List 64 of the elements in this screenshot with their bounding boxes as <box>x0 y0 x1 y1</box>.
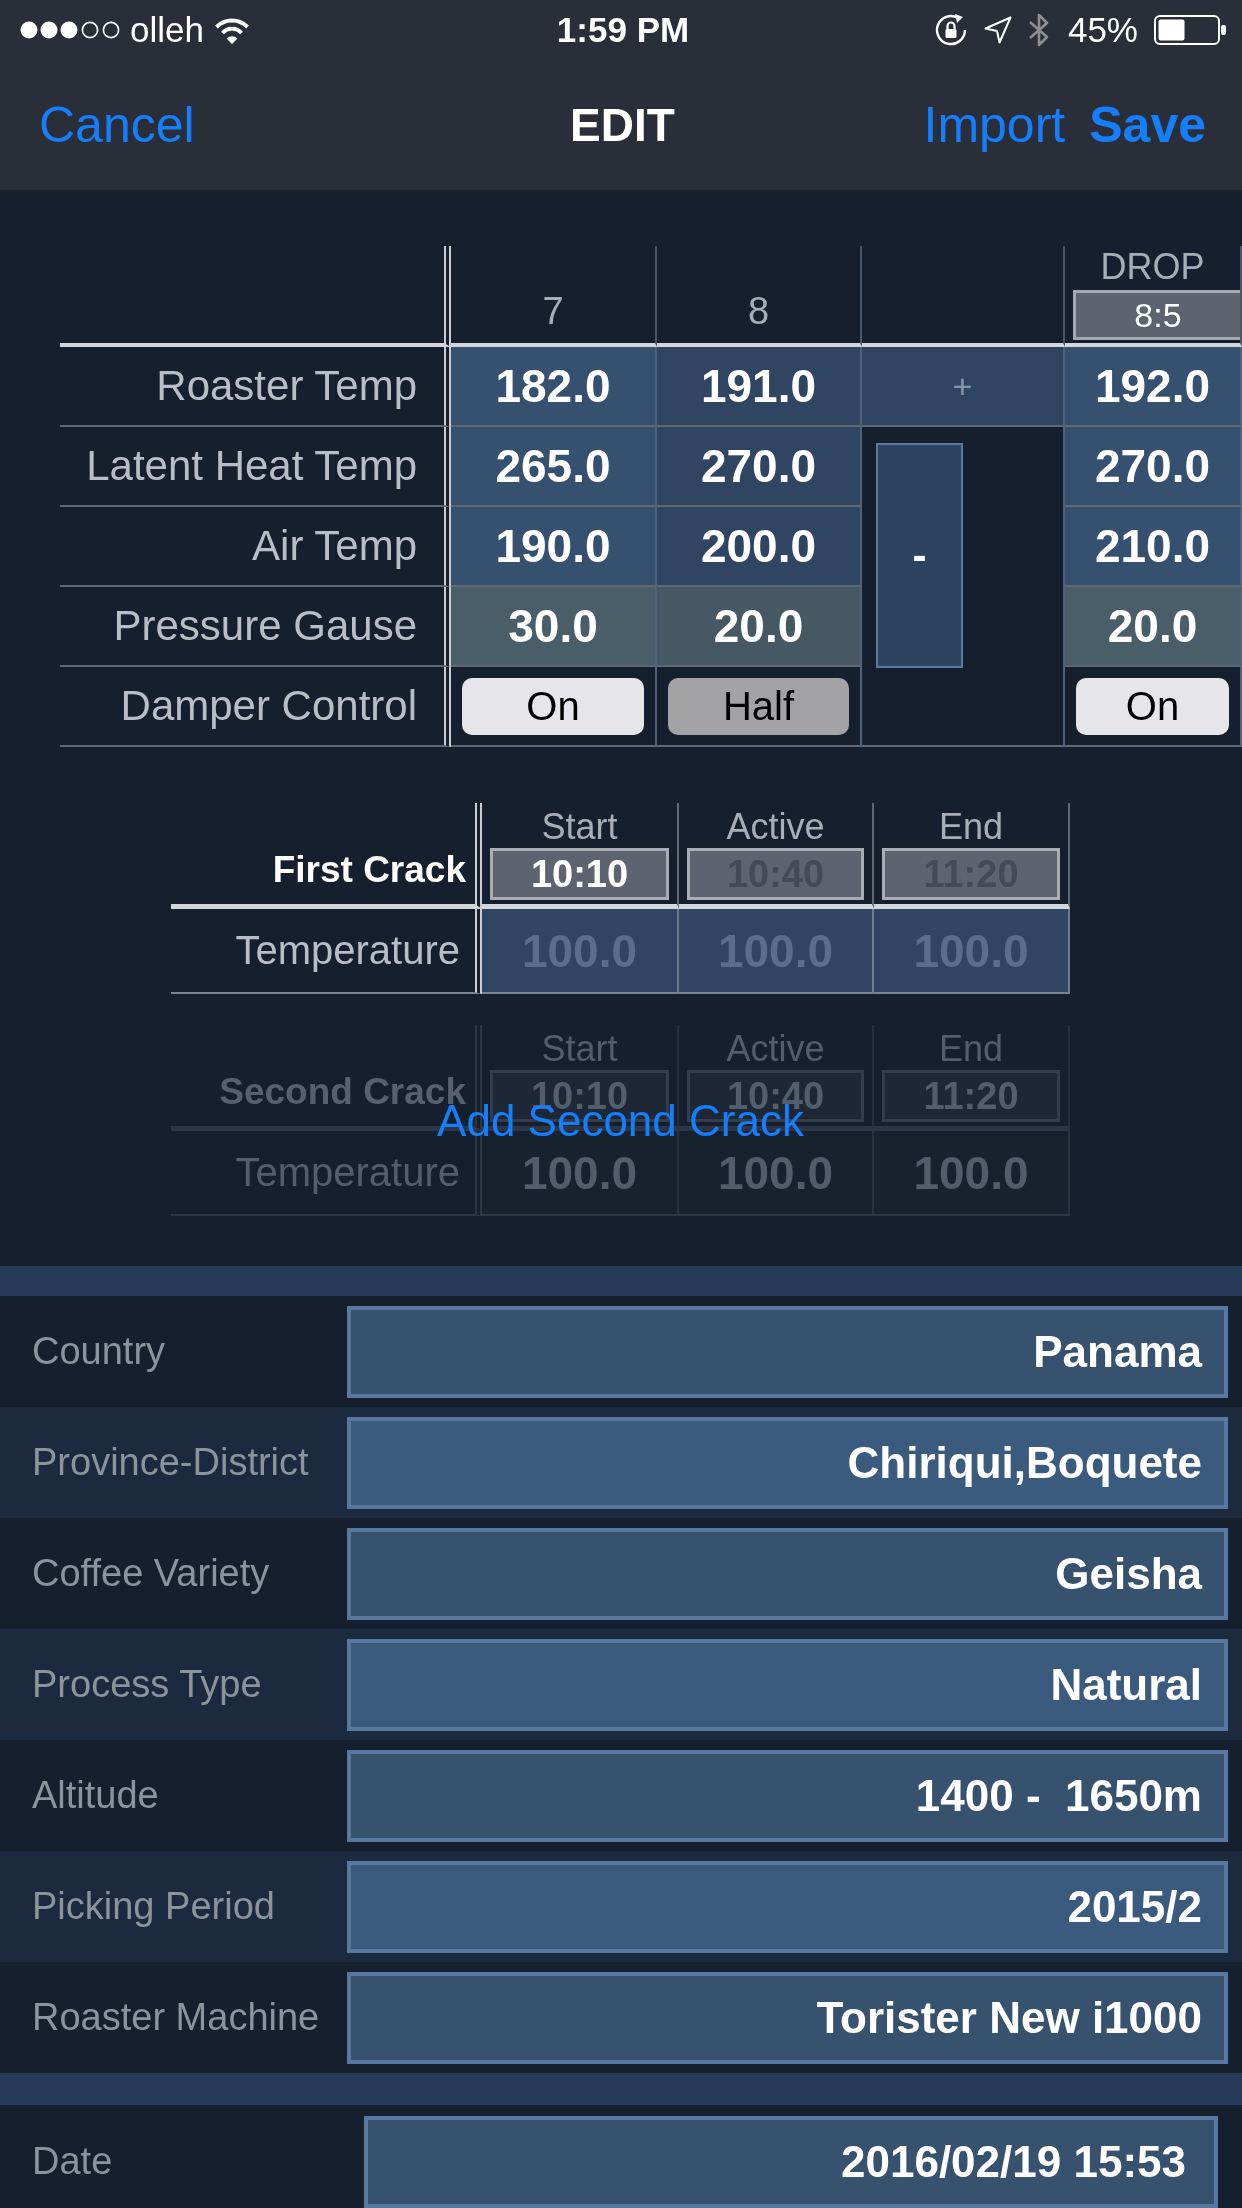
value-cell[interactable]: 270.0 <box>1065 427 1242 507</box>
text-field[interactable]: Panama <box>347 1305 1228 1398</box>
field-label: Coffee Variety <box>31 1552 271 1595</box>
column-header: Active <box>725 1028 826 1070</box>
column-header: Active <box>725 806 826 848</box>
signal-strength-icon <box>20 21 120 39</box>
damper-button[interactable]: Half <box>668 677 849 735</box>
wifi-icon <box>213 16 250 44</box>
nav-title: EDIT <box>570 98 675 153</box>
section-title: First Crack <box>272 848 466 892</box>
date-field[interactable]: 2016/02/19 15:53 <box>364 2115 1218 2208</box>
save-button[interactable]: Save <box>1089 95 1206 155</box>
text-field[interactable]: 2015/2 <box>347 1860 1228 1953</box>
cancel-button[interactable]: Cancel <box>39 95 195 155</box>
column-header: 8 <box>747 290 770 332</box>
row-label: Air Temp <box>252 522 417 570</box>
remove-column-button[interactable]: - <box>876 443 963 668</box>
row-label: Latent Heat Temp <box>86 442 417 490</box>
row-label: Temperature <box>235 928 460 973</box>
field-label: Altitude <box>31 1774 160 1817</box>
value-cell[interactable]: 192.0 <box>1065 347 1242 427</box>
value-cell[interactable]: 191.0 <box>657 347 862 427</box>
value-cell[interactable]: 210.0 <box>1065 507 1242 587</box>
row-label: Damper Control <box>120 682 417 730</box>
column-header: Start <box>540 806 619 848</box>
time-field[interactable]: 10:10 <box>490 848 669 900</box>
location-arrow-icon <box>983 16 1012 44</box>
text-field[interactable]: Natural <box>347 1638 1228 1731</box>
battery-icon <box>1154 15 1226 45</box>
row-label: Pressure Gause <box>113 602 417 650</box>
value-cell[interactable]: 20.0 <box>1065 587 1242 667</box>
row-label: Roaster Temp <box>156 362 417 410</box>
damper-button[interactable]: On <box>462 677 644 735</box>
field-label: Picking Period <box>31 1885 276 1928</box>
import-button[interactable]: Import <box>923 95 1066 155</box>
column-header: End <box>937 806 1005 848</box>
battery-percent: 45% <box>1067 9 1138 51</box>
rotation-lock-icon <box>933 13 968 47</box>
time-field[interactable]: 8:5 <box>1073 290 1240 340</box>
value-cell[interactable]: 270.0 <box>657 427 862 507</box>
bluetooth-icon <box>1027 12 1050 48</box>
carrier-name: olleh <box>130 9 204 51</box>
value-cell[interactable]: 200.0 <box>657 507 862 587</box>
field-label: Date <box>31 2140 114 2183</box>
status-time: 1:59 PM <box>556 9 690 51</box>
value-cell[interactable]: 265.0 <box>451 427 657 507</box>
field-label: Province-District <box>31 1441 310 1484</box>
row-label: Temperature <box>235 1150 460 1195</box>
value-cell[interactable]: 20.0 <box>657 587 862 667</box>
text-field[interactable]: Geisha <box>347 1527 1228 1620</box>
value-cell[interactable]: 182.0 <box>451 347 657 427</box>
column-header: DROP <box>1100 246 1205 288</box>
value-cell[interactable]: 190.0 <box>451 507 657 587</box>
text-field[interactable]: 1400 - 1650m <box>347 1749 1228 1842</box>
text-field[interactable]: Chiriqui,Boquete <box>347 1416 1228 1509</box>
damper-button[interactable]: On <box>1076 677 1229 735</box>
value-cell[interactable]: 30.0 <box>451 587 657 667</box>
field-label: Country <box>31 1330 167 1373</box>
field-label: Process Type <box>31 1663 263 1706</box>
field-label: Roaster Machine <box>31 1996 321 2039</box>
column-header: 7 <box>542 290 564 332</box>
column-header: End <box>937 1028 1005 1070</box>
column-header: Start <box>540 1028 619 1070</box>
text-field[interactable]: Torister New i1000 <box>347 1971 1228 2064</box>
